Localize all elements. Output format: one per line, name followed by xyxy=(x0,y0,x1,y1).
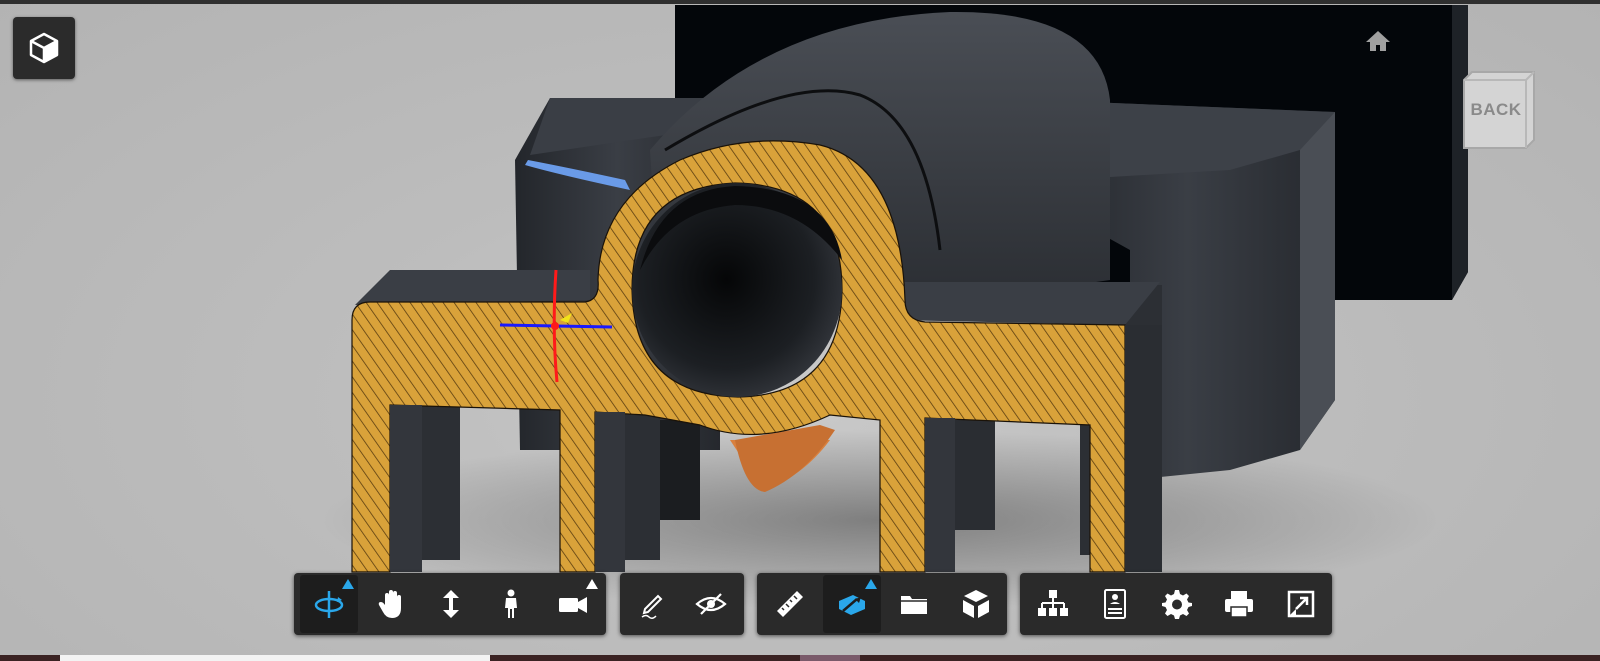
viewer-toolbar xyxy=(0,573,1600,635)
section-plane-icon xyxy=(839,595,865,615)
zoom-button[interactable] xyxy=(422,575,480,633)
box-icon xyxy=(29,32,59,64)
left-foot-back-a xyxy=(420,400,460,560)
markup-button[interactable] xyxy=(624,575,682,633)
section-button[interactable] xyxy=(823,575,881,633)
cube-parts-icon xyxy=(963,590,989,618)
fullscreen-button[interactable] xyxy=(1272,575,1330,633)
toolbar-group-markup xyxy=(620,573,744,635)
zoom-arrows-icon xyxy=(443,590,459,618)
settings-button[interactable] xyxy=(1148,575,1206,633)
camera-icon xyxy=(559,597,587,613)
bottom-tab[interactable] xyxy=(60,655,490,661)
model-button[interactable] xyxy=(947,575,1005,633)
view-cube-button[interactable] xyxy=(13,17,75,79)
home-button[interactable] xyxy=(1362,26,1394,56)
visibility-button[interactable] xyxy=(682,575,740,633)
pencil-icon xyxy=(641,594,663,620)
pan-button[interactable] xyxy=(362,575,420,633)
tree-icon xyxy=(1038,590,1068,616)
right-ledge-top xyxy=(895,282,1160,325)
right-wing-front xyxy=(1300,112,1335,450)
axis-origin xyxy=(551,322,559,330)
camera-button[interactable] xyxy=(544,575,602,633)
rear-panel-side xyxy=(1452,5,1468,300)
orbit-flyout-indicator xyxy=(342,579,354,589)
gear-icon xyxy=(1162,590,1192,619)
folder-icon xyxy=(901,596,927,614)
printer-icon xyxy=(1225,591,1253,618)
section-flyout-indicator xyxy=(865,579,877,589)
left-leg-side xyxy=(390,405,422,572)
hand-icon xyxy=(378,590,401,618)
bottom-tab-accent[interactable] xyxy=(800,655,860,661)
orbit-button[interactable] xyxy=(300,575,358,633)
eye-slash-icon xyxy=(695,593,727,615)
person-icon xyxy=(505,589,517,618)
measure-button[interactable] xyxy=(761,575,819,633)
print-button[interactable] xyxy=(1210,575,1268,633)
right-leg-side-b xyxy=(1125,325,1162,572)
properties-icon xyxy=(1104,589,1126,619)
inner-leg xyxy=(660,420,700,520)
orbit-icon xyxy=(314,591,344,618)
first-person-button[interactable] xyxy=(482,575,540,633)
fullscreen-icon xyxy=(1287,590,1315,618)
properties-button[interactable] xyxy=(1086,575,1144,633)
view-cube-back[interactable]: BACK xyxy=(1460,70,1536,150)
home-icon xyxy=(1366,31,1390,51)
3d-viewport[interactable]: BACK xyxy=(0,0,1600,661)
model-browser-button[interactable] xyxy=(1024,575,1082,633)
toolbar-group-analysis xyxy=(757,573,1007,635)
3d-model-scene[interactable] xyxy=(0,0,1600,661)
mid-leg-side xyxy=(595,412,625,572)
back-label: BACK xyxy=(1470,100,1522,119)
right-leg-side-a xyxy=(925,418,955,572)
explode-button[interactable] xyxy=(885,575,943,633)
ruler-icon xyxy=(777,591,803,617)
toolbar-group-settings xyxy=(1020,573,1332,635)
toolbar-group-navigation xyxy=(294,573,606,635)
camera-flyout-indicator xyxy=(586,579,598,589)
